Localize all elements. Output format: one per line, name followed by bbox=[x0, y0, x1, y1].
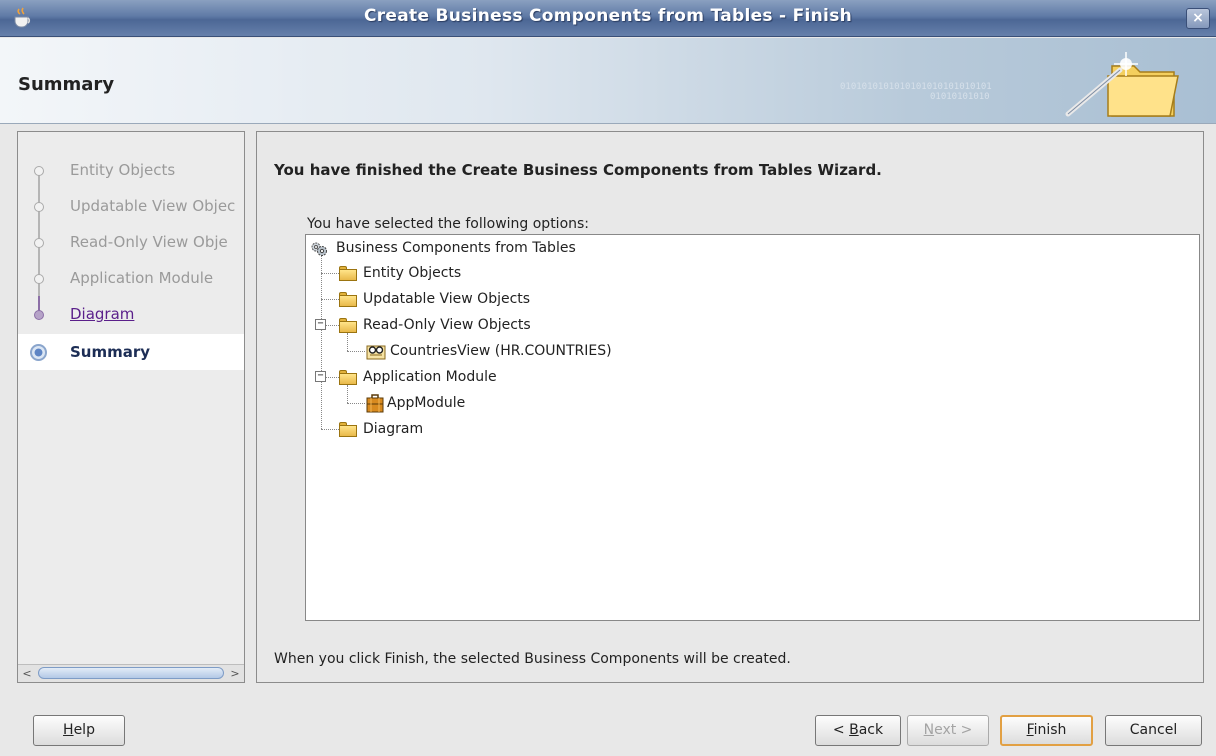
current-step-icon bbox=[30, 344, 47, 361]
close-button[interactable]: × bbox=[1186, 8, 1210, 29]
tree-node-label: Updatable View Objects bbox=[363, 291, 531, 307]
button-label-suffix: ack bbox=[858, 722, 884, 738]
step-application-module[interactable]: Application Module bbox=[18, 260, 244, 298]
finish-note: When you click Finish, the selected Busi… bbox=[274, 651, 791, 667]
tree-node-label: AppModule bbox=[387, 395, 466, 411]
button-mnemonic: N bbox=[923, 722, 935, 738]
page-title: Summary bbox=[18, 74, 115, 95]
tree-node-label: Entity Objects bbox=[363, 265, 462, 281]
button-label-suffix: ext > bbox=[934, 722, 973, 738]
step-node-icon bbox=[34, 202, 44, 212]
button-mnemonic: H bbox=[63, 722, 74, 738]
summary-panel: You have finished the Create Business Co… bbox=[256, 131, 1204, 683]
tree-node-app-module[interactable]: AppModule bbox=[306, 392, 706, 416]
button-mnemonic: B bbox=[849, 722, 859, 738]
options-tree[interactable]: Business Components from Tables Entity O… bbox=[305, 234, 1200, 621]
step-summary[interactable]: Summary bbox=[18, 334, 244, 370]
button-label-suffix: inish bbox=[1033, 722, 1067, 738]
steps-horizontal-scrollbar[interactable]: < > bbox=[18, 664, 244, 682]
cancel-button[interactable]: Cancel bbox=[1105, 715, 1202, 746]
step-label: Summary bbox=[70, 343, 151, 361]
next-button[interactable]: Next > bbox=[907, 715, 989, 746]
step-label: Application Module bbox=[70, 269, 214, 287]
tree-node-label: Diagram bbox=[363, 421, 424, 437]
folder-icon bbox=[339, 266, 357, 281]
step-label: Entity Objects bbox=[70, 161, 176, 179]
scroll-right-arrow[interactable]: > bbox=[226, 665, 244, 682]
folder-icon bbox=[339, 370, 357, 385]
button-label-prefix: < bbox=[832, 722, 850, 738]
options-label: You have selected the following options: bbox=[307, 216, 590, 232]
tree-node-entity-objects[interactable]: Entity Objects bbox=[306, 262, 706, 286]
business-components-gears-icon bbox=[311, 242, 327, 256]
tree-node-root[interactable]: Business Components from Tables bbox=[306, 237, 706, 261]
window-title-bar: Create Business Components from Tables -… bbox=[0, 0, 1216, 37]
help-button[interactable]: Help bbox=[33, 715, 125, 746]
tree-node-application-module[interactable]: Application Module bbox=[306, 366, 706, 390]
finish-button[interactable]: Finish bbox=[1000, 715, 1093, 746]
step-label: Diagram bbox=[70, 305, 135, 323]
view-object-glasses-icon bbox=[366, 345, 386, 360]
step-diagram[interactable]: Diagram bbox=[18, 296, 244, 332]
step-entity-objects[interactable]: Entity Objects bbox=[18, 152, 244, 190]
step-read-only-view-objects[interactable]: Read-Only View Obje bbox=[18, 224, 244, 262]
step-node-icon bbox=[34, 310, 44, 320]
wizard-folder-icon bbox=[1065, 52, 1179, 117]
tree-node-countries-view[interactable]: CountriesView (HR.COUNTRIES) bbox=[306, 340, 806, 364]
folder-icon bbox=[339, 318, 357, 333]
scroll-thumb[interactable] bbox=[38, 667, 224, 679]
scroll-left-arrow[interactable]: < bbox=[18, 665, 36, 682]
tree-node-label: CountriesView (HR.COUNTRIES) bbox=[390, 343, 612, 359]
button-mnemonic: F bbox=[1026, 722, 1034, 738]
folder-icon bbox=[339, 292, 357, 307]
binary-decoration: 0101010101010101010101010101 bbox=[840, 82, 992, 92]
step-node-icon bbox=[34, 238, 44, 248]
step-updatable-view-objects[interactable]: Updatable View Objec bbox=[18, 188, 244, 226]
tree-node-label: Application Module bbox=[363, 369, 497, 385]
folder-icon bbox=[339, 422, 357, 437]
back-button[interactable]: < Back bbox=[815, 715, 901, 746]
wizard-header: Summary 0101010101010101010101010101 010… bbox=[0, 38, 1216, 124]
tree-node-updatable-view-objects[interactable]: Updatable View Objects bbox=[306, 288, 706, 312]
step-node-icon bbox=[34, 166, 44, 176]
tree-node-diagram[interactable]: Diagram bbox=[306, 418, 706, 442]
tree-node-label: Read-Only View Objects bbox=[363, 317, 531, 333]
step-node-icon bbox=[34, 274, 44, 284]
finished-message: You have finished the Create Business Co… bbox=[274, 161, 882, 179]
app-module-briefcase-icon bbox=[366, 394, 384, 413]
wizard-steps-panel: Entity Objects Updatable View Objec Read… bbox=[17, 131, 245, 683]
tree-node-read-only-view-objects[interactable]: Read-Only View Objects bbox=[306, 314, 706, 338]
window-title: Create Business Components from Tables -… bbox=[363, 6, 853, 26]
button-label-suffix: elp bbox=[73, 722, 95, 738]
tree-node-label: Business Components from Tables bbox=[336, 240, 576, 256]
binary-decoration-2: 01010101010 bbox=[930, 92, 990, 102]
step-label: Read-Only View Obje bbox=[70, 233, 228, 251]
step-label: Updatable View Objec bbox=[70, 197, 236, 215]
